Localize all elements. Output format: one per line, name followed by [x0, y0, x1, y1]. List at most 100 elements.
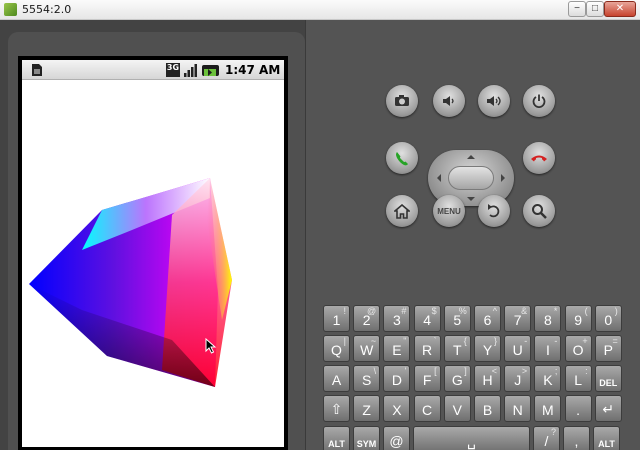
home-button[interactable]: [386, 195, 418, 227]
clock: 1:47 AM: [225, 63, 281, 77]
key-label: N: [512, 402, 523, 418]
dpad-up-icon[interactable]: [467, 155, 475, 159]
call-button[interactable]: [386, 142, 418, 174]
color-cube[interactable]: [22, 80, 284, 447]
key-sym[interactable]: SYM: [353, 426, 380, 450]
key-alt-label: =: [612, 336, 618, 346]
key-c[interactable]: C: [413, 395, 441, 422]
key-label: @: [389, 433, 404, 449]
key-w[interactable]: W ~: [353, 335, 381, 362]
key-2[interactable]: 2 @: [353, 305, 381, 332]
3g-icon: 3G: [166, 63, 180, 77]
key-s[interactable]: S \: [353, 365, 381, 392]
key-b[interactable]: B: [474, 395, 501, 422]
volume-up-button[interactable]: [478, 85, 510, 117]
key-h[interactable]: H <: [474, 365, 501, 392]
key-o[interactable]: O +: [564, 335, 592, 362]
key-r[interactable]: R `: [413, 335, 441, 362]
menu-button[interactable]: MENU: [433, 195, 465, 227]
close-button[interactable]: ✕: [604, 1, 636, 17]
key-alt-label: ': [404, 366, 407, 376]
key-comma[interactable]: ,: [563, 426, 590, 450]
key-label: ↵: [602, 401, 615, 417]
key-z[interactable]: Z: [353, 395, 381, 422]
app-icon: [4, 3, 17, 16]
power-button[interactable]: [523, 85, 555, 117]
camera-button[interactable]: [386, 85, 418, 117]
key-q[interactable]: Q |: [323, 335, 350, 362]
key-alt-label: $: [431, 306, 437, 316]
key-d[interactable]: D ': [383, 365, 411, 392]
key-1[interactable]: 1!: [323, 305, 350, 332]
key-alt-label: #: [401, 306, 407, 316]
menu-label: MENU: [437, 206, 461, 216]
key-k[interactable]: K;: [534, 365, 562, 392]
key-alt-label: ?: [550, 427, 556, 437]
key-g[interactable]: G]: [443, 365, 471, 392]
back-icon: [488, 204, 500, 218]
key-6[interactable]: 6 ^: [474, 305, 501, 332]
search-button[interactable]: [523, 195, 555, 227]
key-alt-label: |: [343, 336, 346, 346]
dpad-right-icon[interactable]: [501, 174, 505, 182]
key-y[interactable]: Y}: [474, 335, 501, 362]
key-5[interactable]: 5%: [443, 305, 471, 332]
key-alt-label: {: [463, 336, 467, 346]
key-v[interactable]: V: [443, 395, 471, 422]
key-slash[interactable]: /?: [533, 426, 560, 450]
key-p[interactable]: P =: [594, 335, 622, 362]
mouse-cursor-icon: [205, 338, 217, 354]
key-j[interactable]: J >: [504, 365, 532, 392]
key-i[interactable]: I-: [534, 335, 562, 362]
dpad-center-button[interactable]: [448, 166, 494, 190]
key-alt-label: ": [403, 336, 407, 346]
key-7[interactable]: 7 &: [504, 305, 532, 332]
key-8[interactable]: 8 *: [534, 305, 562, 332]
key-del[interactable]: DEL: [594, 365, 622, 392]
call-icon: [396, 152, 408, 166]
key-u[interactable]: U-: [504, 335, 532, 362]
key-a[interactable]: A: [323, 365, 350, 392]
key-label: X: [392, 402, 402, 418]
key-alt-label: +: [582, 336, 588, 346]
back-button[interactable]: [478, 195, 510, 227]
key-3[interactable]: 3 #: [383, 305, 411, 332]
dpad-down-icon[interactable]: [467, 197, 475, 201]
minimize-button[interactable]: −: [568, 1, 586, 17]
key-l[interactable]: L:: [564, 365, 592, 392]
key-alt-label: \: [373, 366, 377, 376]
window-titlebar: 5554:2.0 − □ ✕: [0, 0, 640, 20]
maximize-button[interactable]: □: [586, 1, 604, 17]
key-alt-label: >: [521, 366, 528, 376]
volume-down-button[interactable]: [433, 85, 465, 117]
end-call-icon: [531, 155, 547, 162]
key-alt-label: -: [524, 336, 528, 346]
device-screen[interactable]: 3G 1:47 AM: [18, 56, 288, 450]
key-e[interactable]: E ": [383, 335, 411, 362]
key-label: C: [422, 402, 433, 418]
key-shift[interactable]: ⇧: [323, 395, 350, 422]
key-label: ALT: [328, 439, 345, 449]
key-period[interactable]: .: [564, 395, 592, 422]
key-x[interactable]: X: [383, 395, 411, 422]
key-alt-6[interactable]: ALT: [593, 426, 620, 450]
key-t[interactable]: T{: [443, 335, 471, 362]
volume-down-icon: [443, 96, 454, 106]
key-4[interactable]: 4 $: [413, 305, 441, 332]
key-label: .: [576, 402, 581, 418]
dpad-left-icon[interactable]: [437, 174, 441, 182]
key-n[interactable]: N: [504, 395, 532, 422]
key-enter[interactable]: ↵: [594, 395, 622, 422]
home-icon: [394, 203, 410, 219]
end-call-button[interactable]: [523, 142, 555, 174]
key-alt-0[interactable]: ALT: [323, 426, 350, 450]
search-icon: [532, 204, 547, 219]
key-at[interactable]: @: [383, 426, 410, 450]
key-9[interactable]: 9(: [564, 305, 592, 332]
window-title: 5554:2.0: [22, 3, 72, 16]
key-f[interactable]: F[: [413, 365, 441, 392]
key-m[interactable]: M: [534, 395, 562, 422]
key-alt-label: %: [458, 306, 467, 316]
key-space[interactable]: ␣: [413, 426, 530, 450]
key-0[interactable]: 0): [594, 305, 622, 332]
